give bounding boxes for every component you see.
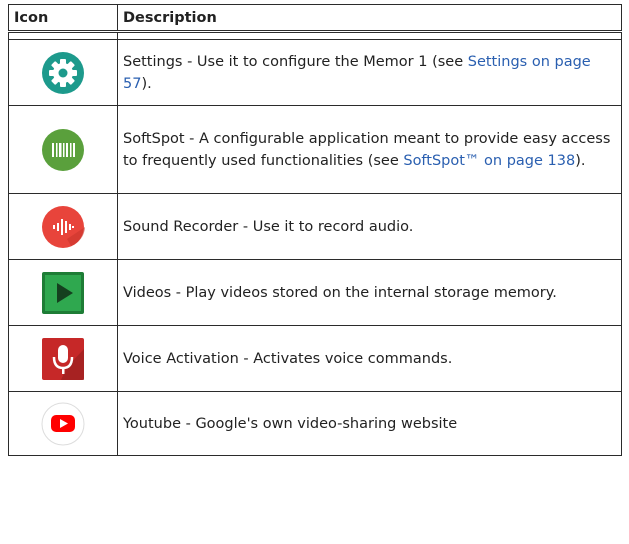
recorder-icon-cell (8, 193, 118, 260)
softspot-description: SoftSpot - A configurable application me… (117, 105, 622, 194)
youtube-icon (41, 402, 85, 445)
voice-description: Voice Activation - Activates voice comma… (117, 325, 622, 392)
settings-icon-cell (8, 39, 118, 106)
settings-description: Settings - Use it to configure the Memor… (117, 39, 622, 106)
voice-activation-mic-icon (42, 337, 84, 380)
settings-gear-icon (42, 51, 84, 94)
videos-icon-cell (8, 259, 118, 326)
youtube-description: Youtube - Google's own video-sharing web… (117, 391, 622, 456)
table-row: Voice Activation - Activates voice comma… (8, 325, 622, 392)
softspot-page-link[interactable]: SoftSpot™ on page 138 (403, 153, 575, 169)
softspot-barcode-icon (42, 128, 84, 171)
youtube-icon-cell (8, 391, 118, 456)
header-divider (8, 30, 622, 40)
table-row: SoftSpot - A configurable application me… (8, 105, 622, 194)
sound-recorder-icon (42, 205, 85, 248)
recorder-description: Sound Recorder - Use it to record audio. (117, 193, 622, 260)
table-header-row: Icon Description (8, 4, 622, 32)
table-row: Sound Recorder - Use it to record audio. (8, 193, 622, 260)
table-row: Videos - Play videos stored on the inter… (8, 259, 622, 326)
videos-description: Videos - Play videos stored on the inter… (117, 259, 622, 326)
table-row: Settings - Use it to configure the Memor… (8, 39, 622, 106)
voice-icon-cell (8, 325, 118, 392)
table-row: Youtube - Google's own video-sharing web… (8, 391, 622, 456)
app-icon-table: Icon Description Settings - Use it to co… (8, 4, 622, 456)
icon-column-header: Icon (8, 4, 118, 32)
softspot-icon-cell (8, 105, 118, 194)
description-column-header: Description (117, 4, 622, 32)
videos-play-icon (42, 271, 84, 314)
